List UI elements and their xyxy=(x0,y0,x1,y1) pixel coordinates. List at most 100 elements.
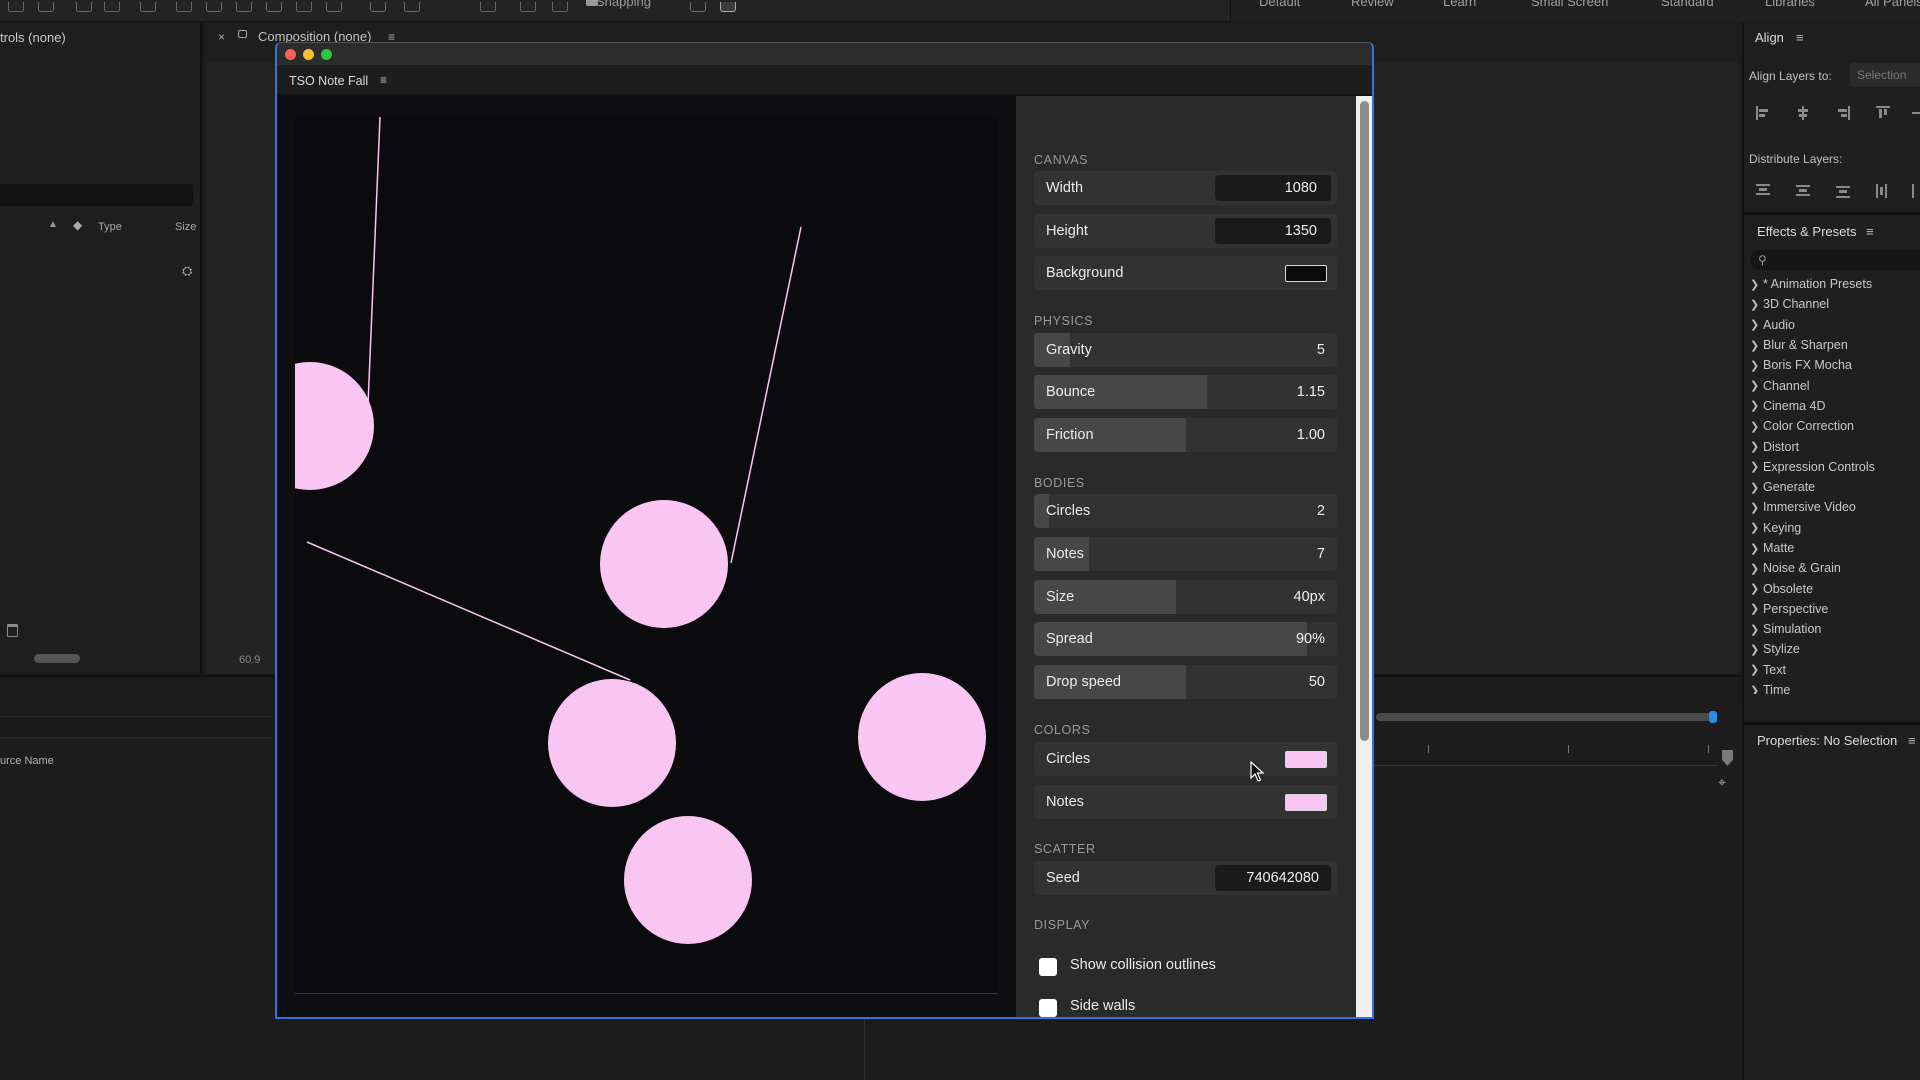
circles-color-field[interactable]: Circles xyxy=(1034,742,1337,776)
label-tag-icon[interactable]: ◆ xyxy=(73,218,82,232)
workspace-libraries[interactable]: Libraries xyxy=(1765,0,1815,9)
chevron-right-icon[interactable]: ❯ xyxy=(1750,521,1760,534)
distribute-top-icon[interactable] xyxy=(1756,184,1770,198)
height-input[interactable]: 1350 xyxy=(1215,218,1331,244)
effects-category-item[interactable]: ❯ Channel xyxy=(1750,375,1920,395)
effects-category-item[interactable]: ❯ Matte xyxy=(1750,538,1920,558)
workspace-default[interactable]: Default xyxy=(1259,0,1300,9)
workspace-standard[interactable]: Standard xyxy=(1661,0,1714,9)
close-window-button[interactable] xyxy=(285,49,296,60)
close-icon[interactable]: × xyxy=(218,30,225,44)
circles-count-slider[interactable]: Circles 2 xyxy=(1034,494,1337,528)
sort-up-icon[interactable]: ▲ xyxy=(48,219,58,230)
chevron-right-icon[interactable]: ❯ xyxy=(1750,318,1760,331)
chevron-right-icon[interactable]: ❯ xyxy=(1750,460,1760,473)
snapping-label[interactable]: Snapping xyxy=(596,0,651,9)
gravity-slider[interactable]: Gravity 5 xyxy=(1034,333,1337,367)
chevron-right-icon[interactable]: ❯ xyxy=(1750,562,1760,575)
minimize-window-button[interactable] xyxy=(303,49,314,60)
tool-icon[interactable] xyxy=(296,2,312,12)
effects-category-item[interactable]: ❯ Audio xyxy=(1750,315,1920,335)
chevron-right-icon[interactable]: ❯ xyxy=(1750,359,1760,372)
align-to-dropdown[interactable]: Selection xyxy=(1850,63,1920,87)
chevron-right-icon[interactable]: ❯ xyxy=(1750,663,1760,676)
chevron-right-icon[interactable]: ❯ xyxy=(1750,602,1760,615)
effects-search-input[interactable] xyxy=(1750,250,1920,270)
tool-icon[interactable] xyxy=(236,2,252,12)
tool-icon[interactable] xyxy=(76,2,92,12)
tool-icon[interactable] xyxy=(404,2,420,12)
column-header-size[interactable]: Size xyxy=(175,221,196,233)
friction-slider[interactable]: Friction 1.00 xyxy=(1034,418,1337,452)
chevron-right-icon[interactable]: ❯ xyxy=(1750,278,1760,291)
chevron-right-icon[interactable]: ❯ xyxy=(1750,339,1760,352)
effects-category-item[interactable]: ❯ Keying xyxy=(1750,518,1920,538)
timeline-track-area[interactable] xyxy=(1372,700,1742,1080)
align-top-icon[interactable] xyxy=(1876,106,1890,120)
chevron-right-icon[interactable]: ❯ xyxy=(1750,440,1760,453)
lock-icon[interactable] xyxy=(238,30,247,38)
effects-category-item[interactable]: ❯ Simulation xyxy=(1750,619,1920,639)
tool-icon[interactable] xyxy=(520,2,536,12)
effects-category-item[interactable]: ❯ Perspective xyxy=(1750,599,1920,619)
chevron-right-icon[interactable]: ❯ xyxy=(1750,542,1760,555)
width-input[interactable]: 1080 xyxy=(1215,175,1331,201)
side-walls-checkbox[interactable] xyxy=(1039,999,1057,1017)
flowchart-icon[interactable]: ⛭ xyxy=(182,263,192,279)
plugin-title[interactable]: TSO Note Fall xyxy=(289,74,368,88)
background-color-swatch[interactable] xyxy=(1285,265,1327,282)
tool-icon[interactable] xyxy=(370,2,386,12)
search-icon[interactable]: ⚲ xyxy=(1758,253,1767,267)
effects-category-item[interactable]: ❯ Blur & Sharpen xyxy=(1750,335,1920,355)
collision-outlines-label[interactable]: Show collision outlines xyxy=(1070,957,1216,973)
effects-category-item[interactable]: ❯ * Animation Presets xyxy=(1750,274,1920,294)
seed-input[interactable]: 740642080 xyxy=(1215,865,1331,891)
effects-category-item[interactable]: ❯ Cinema 4D xyxy=(1750,396,1920,416)
chevron-right-icon[interactable]: ❯ xyxy=(1750,684,1760,694)
panel-menu-icon[interactable]: ≡ xyxy=(1796,30,1804,45)
effects-category-item[interactable]: ❯ Color Correction xyxy=(1750,416,1920,436)
tool-icon[interactable] xyxy=(690,2,706,12)
panel-menu-icon[interactable]: ≡ xyxy=(1866,224,1874,239)
comp-marker-icon[interactable]: ⌖ xyxy=(1718,774,1726,791)
work-area-end-handle[interactable] xyxy=(1709,711,1717,723)
sidebar-scrollbar[interactable] xyxy=(1356,96,1372,1017)
seed-field[interactable]: Seed 740642080 xyxy=(1034,861,1337,895)
align-horizontal-center-icon[interactable] xyxy=(1796,106,1810,120)
chevron-right-icon[interactable]: ❯ xyxy=(1750,399,1760,412)
effects-presets-title[interactable]: Effects & Presets xyxy=(1757,224,1856,239)
tool-icon[interactable] xyxy=(480,2,496,12)
trash-icon[interactable] xyxy=(7,624,18,637)
chevron-right-icon[interactable]: ❯ xyxy=(1750,379,1760,392)
maximize-window-button[interactable] xyxy=(321,49,332,60)
effects-category-item[interactable]: ❯ Distort xyxy=(1750,436,1920,456)
align-vertical-center-icon[interactable] xyxy=(1912,106,1920,120)
chevron-right-icon[interactable]: ❯ xyxy=(1750,643,1760,656)
effects-category-item[interactable]: ❯ Obsolete xyxy=(1750,578,1920,598)
preview-canvas[interactable] xyxy=(295,117,998,994)
workspace-all-panels[interactable]: All Panels xyxy=(1865,0,1920,9)
chevron-right-icon[interactable]: ❯ xyxy=(1750,481,1760,494)
width-field[interactable]: Width 1080 xyxy=(1034,171,1337,205)
align-left-icon[interactable] xyxy=(1756,106,1770,120)
chevron-right-icon[interactable]: ❯ xyxy=(1750,501,1760,514)
panel-menu-icon[interactable]: ≡ xyxy=(1908,733,1916,748)
background-field[interactable]: Background xyxy=(1034,256,1337,290)
align-right-icon[interactable] xyxy=(1836,106,1850,120)
spread-slider[interactable]: Spread 90% xyxy=(1034,622,1337,656)
drop-speed-slider[interactable]: Drop speed 50 xyxy=(1034,665,1337,699)
work-area-bar[interactable] xyxy=(1376,713,1712,721)
effects-category-item[interactable]: ❯ Boris FX Mocha xyxy=(1750,355,1920,375)
thumbnail-size-slider[interactable] xyxy=(34,654,80,663)
effects-category-item[interactable]: ❯ Stylize xyxy=(1750,639,1920,659)
tool-icon[interactable] xyxy=(140,2,156,12)
tool-icon[interactable] xyxy=(38,2,54,12)
workspace-review[interactable]: Review xyxy=(1351,0,1394,9)
workspace-learn[interactable]: Learn xyxy=(1443,0,1476,9)
tool-icon[interactable] xyxy=(266,2,282,12)
notes-color-swatch[interactable] xyxy=(1285,794,1327,811)
panel-menu-icon[interactable]: ≡ xyxy=(380,73,387,87)
window-titlebar[interactable] xyxy=(277,43,1372,65)
effect-controls-title[interactable]: trols (none) xyxy=(0,30,66,45)
properties-panel-title[interactable]: Properties: No Selection xyxy=(1757,733,1897,748)
